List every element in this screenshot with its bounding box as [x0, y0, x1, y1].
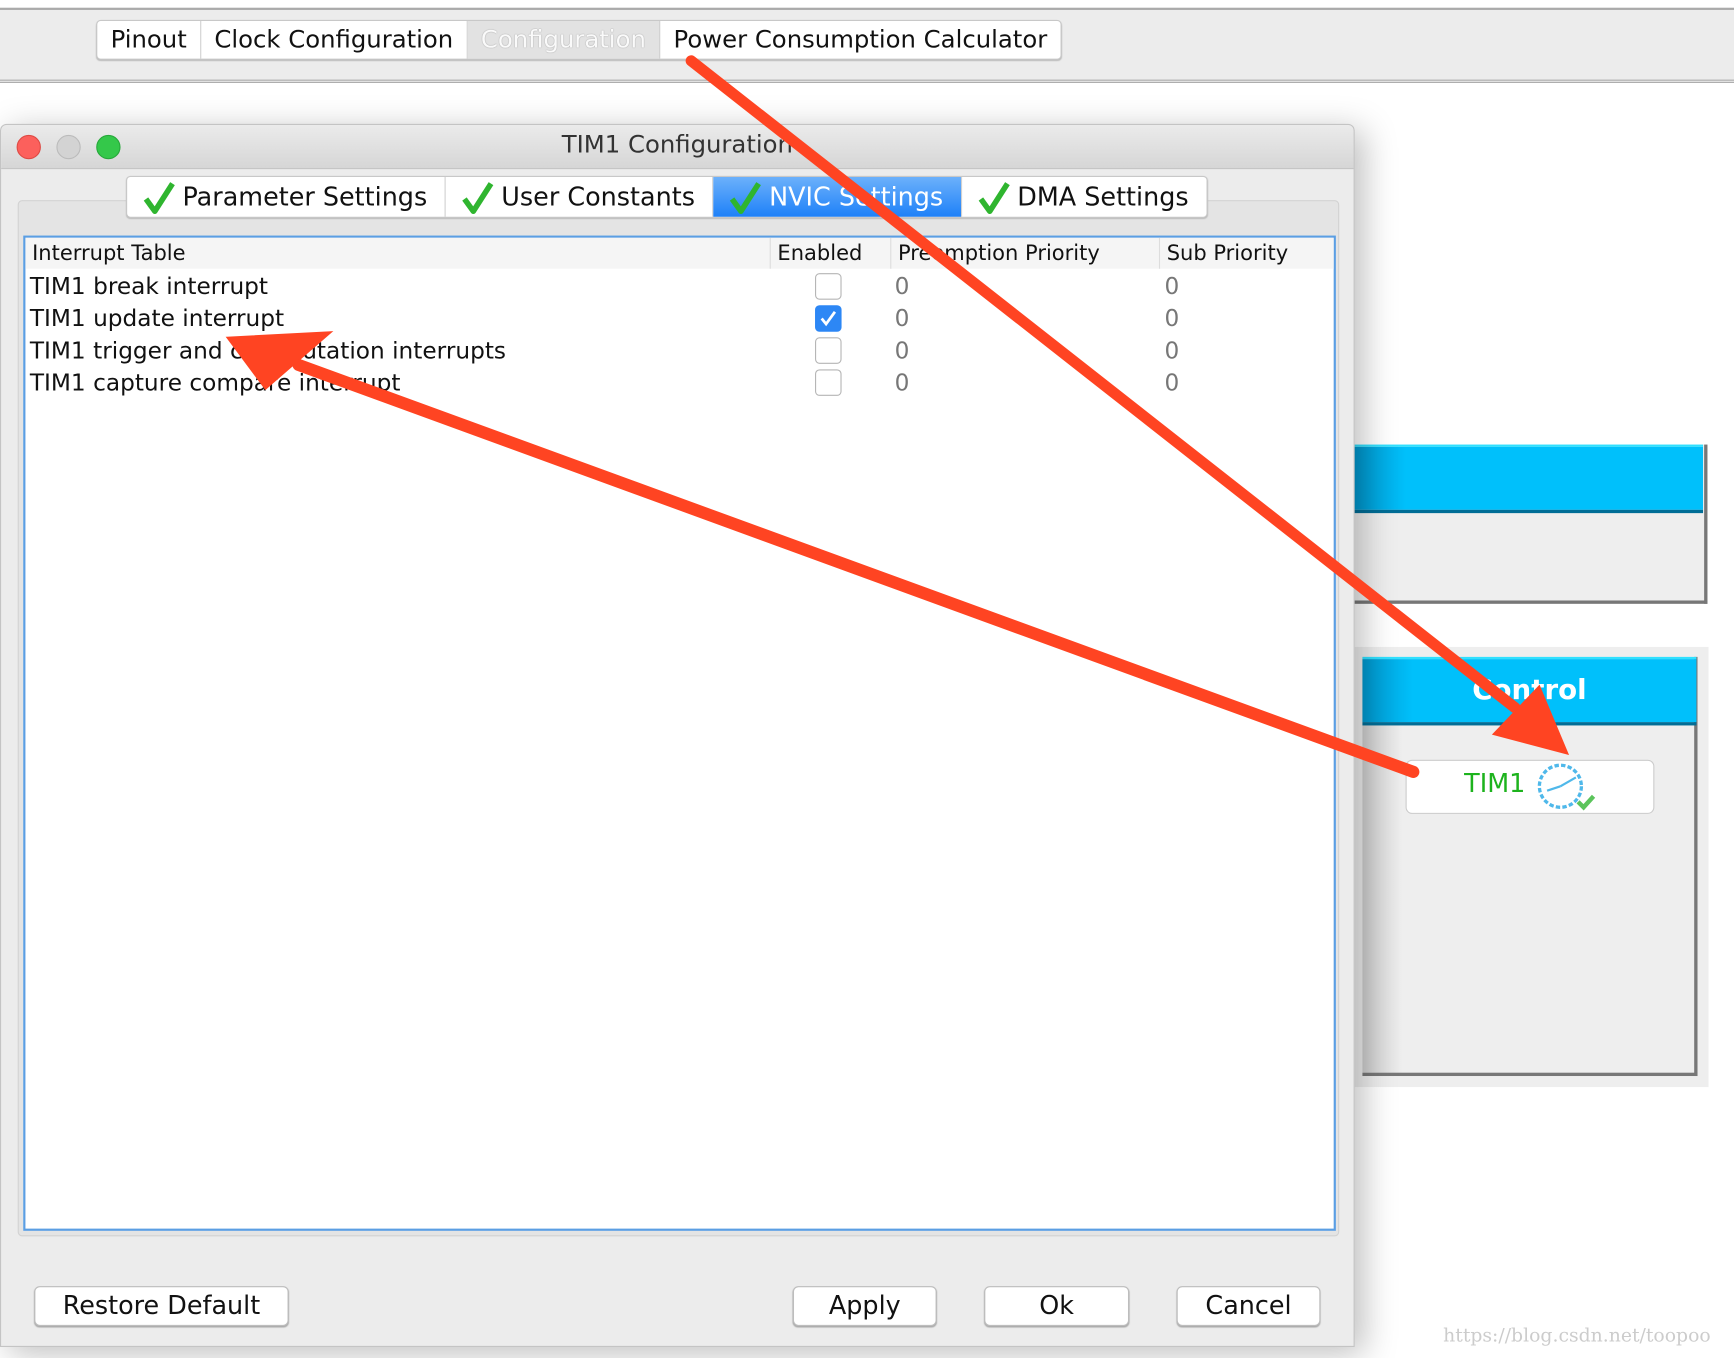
main-tab-bar: Pinout Clock Configuration Configuration…: [96, 19, 1062, 60]
check-icon: [143, 182, 175, 214]
column-interrupt-table[interactable]: Interrupt Table: [25, 238, 771, 269]
tab-parameter-settings[interactable]: Parameter Settings: [127, 176, 447, 217]
table-header: Interrupt Table Enabled Preemption Prior…: [25, 237, 1334, 269]
check-icon: [730, 182, 762, 214]
enabled-checkbox[interactable]: [815, 369, 842, 396]
sub-priority[interactable]: 0: [1164, 335, 1179, 367]
preemption-priority[interactable]: 0: [895, 271, 910, 303]
interrupt-table: Interrupt Table Enabled Preemption Prior…: [23, 235, 1336, 1231]
dialog-tab-bar: Parameter Settings User Constants NVIC Set…: [126, 175, 1208, 218]
tab-clock-configuration[interactable]: Clock Configuration: [201, 21, 468, 59]
ok-button[interactable]: Ok: [984, 1286, 1130, 1326]
check-icon: [462, 182, 494, 214]
sub-priority[interactable]: 0: [1164, 367, 1179, 399]
tab-label: NVIC Settings: [769, 183, 944, 213]
tab-label: DMA Settings: [1017, 183, 1189, 213]
tab-pinout[interactable]: Pinout: [97, 21, 202, 59]
interrupt-name: TIM1 capture compare interrupt: [29, 369, 401, 396]
tab-power-consumption-calculator[interactable]: Power Consumption Calculator: [660, 21, 1060, 59]
table-row[interactable]: TIM1 trigger and commutation interrupts 0…: [25, 335, 1333, 367]
control-header: Control: [1362, 656, 1697, 726]
background-panel: [1353, 444, 1708, 604]
check-icon: [978, 182, 1010, 214]
interrupt-name: TIM1 update interrupt: [29, 305, 285, 332]
apply-button[interactable]: Apply: [792, 1286, 937, 1326]
tim1-label: TIM1: [1464, 769, 1526, 799]
column-sub-priority[interactable]: Sub Priority: [1158, 237, 1330, 269]
interrupt-name: TIM1 trigger and commutation interrupts: [29, 337, 507, 364]
tab-label: User Constants: [501, 183, 695, 213]
column-preemption-priority[interactable]: Preemption Priority: [890, 237, 1159, 269]
enabled-checkbox[interactable]: [815, 305, 842, 332]
cancel-button[interactable]: Cancel: [1176, 1286, 1321, 1326]
panel-header: [1353, 444, 1704, 514]
sub-priority[interactable]: 0: [1164, 303, 1179, 335]
sub-priority[interactable]: 0: [1164, 271, 1179, 303]
preemption-priority[interactable]: 0: [895, 367, 910, 399]
enabled-checkbox[interactable]: [815, 273, 842, 300]
tab-label: Parameter Settings: [182, 183, 428, 213]
table-row[interactable]: TIM1 capture compare interrupt 0 0: [25, 367, 1333, 399]
checkmark-icon: [820, 311, 837, 327]
column-enabled[interactable]: Enabled: [769, 237, 891, 269]
watermark: https://blog.csdn.net/toopoo: [1443, 1324, 1711, 1347]
control-panel: Control TIM1: [1354, 646, 1709, 1088]
table-row[interactable]: TIM1 break interrupt 0 0: [25, 271, 1333, 303]
table-row[interactable]: TIM1 update interrupt 0 0: [25, 303, 1333, 335]
dialog-title: TIM1 Configuration: [561, 131, 793, 160]
preemption-priority[interactable]: 0: [895, 303, 910, 335]
tab-dma-settings[interactable]: DMA Settings: [962, 177, 1206, 217]
tim1-button[interactable]: TIM1: [1405, 759, 1655, 814]
interrupt-name: TIM1 break interrupt: [29, 273, 269, 300]
tab-configuration[interactable]: Configuration: [467, 21, 661, 59]
tab-nvic-settings[interactable]: NVIC Settings: [713, 176, 962, 217]
title-bar: TIM1 Configuration: [1, 124, 1354, 170]
enabled-checkbox[interactable]: [815, 337, 842, 364]
restore-default-button[interactable]: Restore Default: [34, 1286, 289, 1326]
preemption-priority[interactable]: 0: [895, 335, 910, 367]
tab-user-constants[interactable]: User Constants: [446, 176, 714, 217]
tim1-configuration-dialog: TIM1 Configuration Parameter Settings Use…: [0, 123, 1355, 1347]
clock-icon: [1537, 763, 1596, 811]
